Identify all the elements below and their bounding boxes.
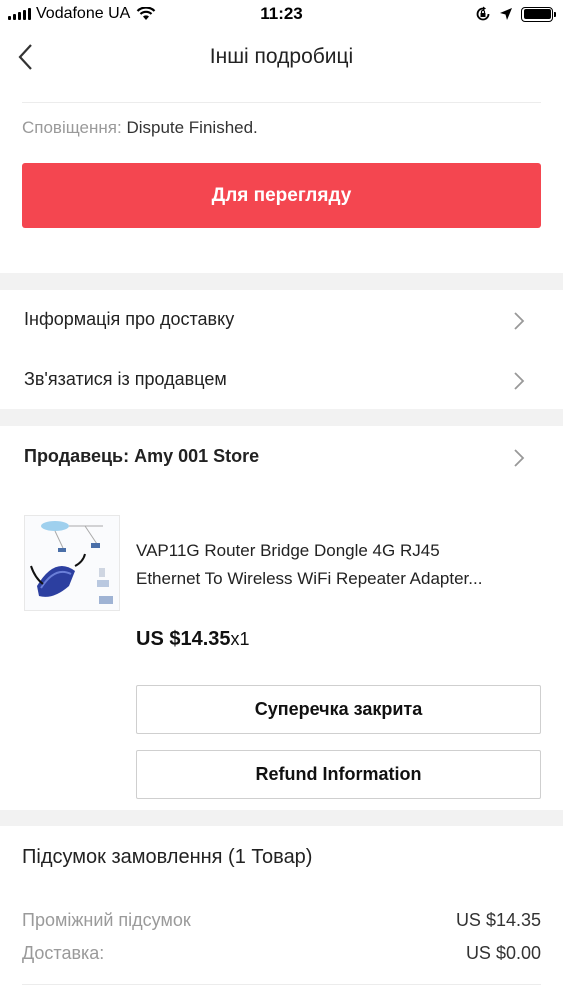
shipping-value: US $0.00 (465, 943, 541, 963)
section-gap (0, 810, 563, 826)
dispute-closed-button[interactable]: Суперечка закрита (136, 685, 541, 734)
contact-seller-row[interactable]: Зв'язатися із продавцем (0, 351, 563, 409)
notification-label: Сповіщення: (22, 118, 122, 137)
seller-label: Продавець: (24, 446, 130, 466)
refund-info-button[interactable]: Refund Information (136, 750, 541, 799)
subtotal-value: US $14.35 (455, 910, 541, 930)
product-price-line: US $14.35x1 (136, 628, 250, 651)
section-gap (0, 273, 563, 290)
product-title[interactable]: VAP11G Router Bridge Dongle 4G RJ45 Ethe… (136, 537, 541, 593)
section-gap (0, 409, 563, 426)
page-title: Інші подробиці (209, 45, 354, 68)
status-right (475, 6, 556, 22)
seller-name: Amy 001 Store (134, 446, 260, 466)
status-bar: Vodafone UA 11:23 (0, 0, 563, 30)
seller-row[interactable]: Продавець: Amy 001 Store (0, 428, 563, 486)
orientation-lock-icon (476, 6, 490, 21)
seller-info: Продавець: Amy 001 Store (24, 446, 259, 467)
product-title-line: Ethernet To Wireless WiFi Repeater Adapt… (136, 569, 483, 588)
product-image (25, 516, 119, 610)
nav-bar: Інші подробиці (0, 30, 563, 90)
chevron-right-icon (514, 449, 525, 467)
product-price: US $14.35 (136, 628, 231, 650)
divider (22, 102, 541, 103)
order-summary-title: Підсумок замовлення (1 Товар) (22, 846, 313, 868)
battery-icon (521, 6, 556, 22)
contact-seller-label: Зв'язатися із продавцем (24, 369, 227, 389)
delivery-info-row[interactable]: Інформація про доставку (0, 291, 563, 349)
chevron-right-icon (514, 372, 525, 390)
product-thumbnail[interactable] (24, 515, 120, 611)
divider (22, 984, 541, 985)
delivery-info-label: Інформація про доставку (24, 309, 235, 329)
location-icon (500, 8, 512, 20)
shipping-label: Доставка: (22, 943, 105, 963)
product-title-line: VAP11G Router Bridge Dongle 4G RJ45 (136, 541, 440, 560)
view-button[interactable]: Для перегляду (22, 163, 541, 228)
notification-value: Dispute Finished. (126, 118, 258, 137)
notification-line: Сповіщення: Dispute Finished. (22, 118, 258, 138)
subtotal-label: Проміжний підсумок (22, 910, 191, 930)
product-qty: x1 (230, 629, 250, 649)
chevron-right-icon (514, 312, 525, 330)
